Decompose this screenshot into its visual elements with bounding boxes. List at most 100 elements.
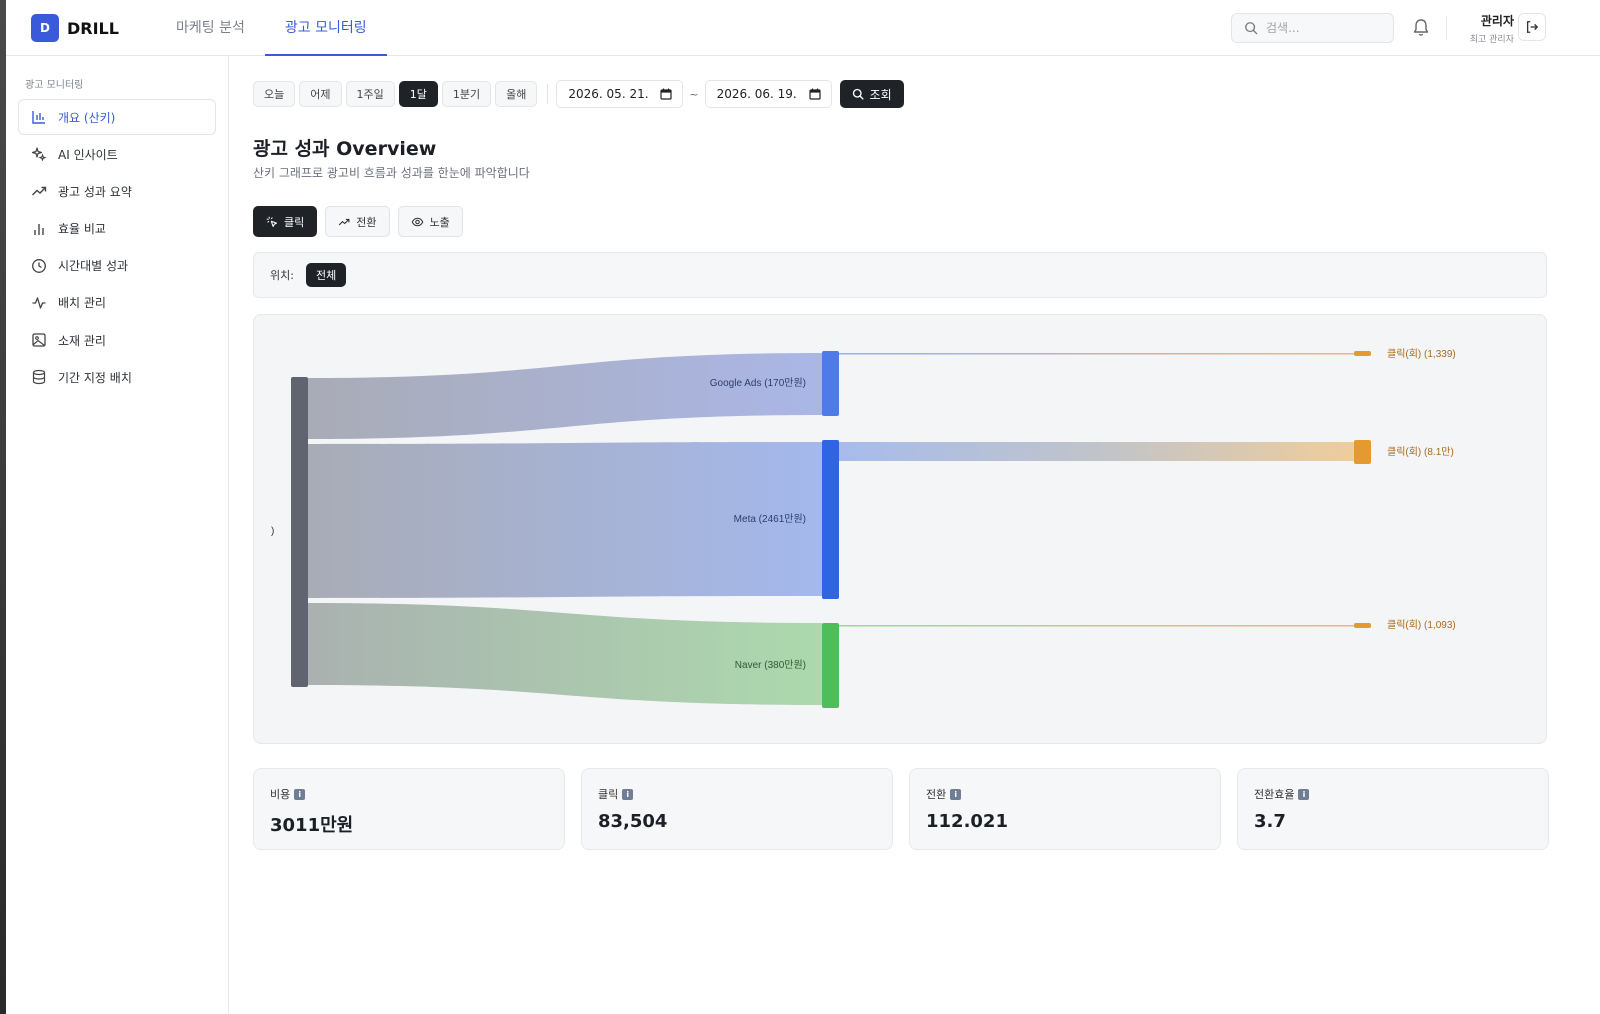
stat-value: 112.021 [926,811,1008,832]
query-button-label: 조회 [869,87,892,102]
calendar-icon [660,88,672,100]
logout-icon [1526,21,1539,33]
sankey-link-naver-click[interactable] [839,625,1354,627]
stat-value: 3.7 [1254,811,1286,832]
logo[interactable]: D DRILL [31,14,119,42]
sidebar-item-label: 개요 (산키) [58,110,116,125]
header-divider [1446,16,1447,40]
sankey-node-click-google[interactable] [1354,351,1371,356]
sidebar-item-efficiency-compare[interactable]: 효율 비교 [18,211,216,247]
sankey-link-google-click[interactable] [839,353,1354,355]
logout-button[interactable] [1518,13,1546,41]
range-1quarter[interactable]: 1분기 [441,81,492,107]
range-today[interactable]: 오늘 [253,81,296,107]
bell-icon[interactable] [1412,18,1430,38]
start-date-input[interactable]: 2026. 05. 21. [556,80,684,108]
sidebar-item-overview-sankey[interactable]: 개요 (산키) [18,99,216,135]
main-content: 오늘 어제 1주일 1달 1분기 올해 2026. 05. 21. ~ 2026… [230,56,1600,1014]
tab-ad-monitoring[interactable]: 광고 모니터링 [264,0,387,56]
search-icon [1245,22,1258,35]
top-header: D DRILL 마케팅 분석 광고 모니터링 관리자 최고 관리자 [6,0,1600,56]
end-date-value: 2026. 06. 19. [716,87,797,101]
calendar-icon [808,88,821,100]
info-icon[interactable]: i [294,788,306,800]
stat-label: 클릭 [598,788,619,801]
tab-marketing-analysis[interactable]: 마케팅 분석 [156,0,265,56]
range-1month[interactable]: 1달 [398,81,438,107]
sankey-node-meta[interactable] [822,440,839,599]
stat-card-conversion-efficiency: 전환효율 i 3.7 [1237,768,1549,850]
stat-label: 전환 [926,788,947,801]
position-all-chip[interactable]: 전체 [305,263,347,287]
end-date-input[interactable]: 2026. 06. 19. [704,80,832,108]
search-input[interactable] [1266,21,1386,35]
sidebar-item-label: 광고 성과 요약 [58,184,132,199]
stat-card-cost: 비용 i 3011만원 [253,768,565,850]
search-icon [852,88,864,100]
filter-divider [547,84,549,104]
app-name: DRILL [67,18,119,38]
page-title: 광고 성과 Overview [253,138,437,160]
info-icon[interactable]: i [622,788,634,800]
range-yesterday[interactable]: 어제 [299,81,342,107]
sidebar-item-label: 소재 관리 [58,333,106,348]
date-filter-bar: 오늘 어제 1주일 1달 1분기 올해 2026. 05. 21. ~ 2026… [253,80,904,108]
app-window: D DRILL 마케팅 분석 광고 모니터링 관리자 최고 관리자 광고 모니터… [6,0,1600,1014]
sidebar: 광고 모니터링 개요 (산키) AI 인사이트 광고 성과 요약 효율 비교 시… [6,56,229,1014]
sidebar-item-label: 효율 비교 [58,222,106,237]
sankey-chart: ) Google Ads (170만원) Meta (2461만원) Naver… [253,314,1547,744]
sankey-node-naver[interactable] [822,623,839,708]
sidebar-item-ad-performance-summary[interactable]: 광고 성과 요약 [18,173,216,209]
sidebar-item-period-batch[interactable]: 기간 지정 배치 [18,359,216,395]
stat-label: 비용 [270,788,291,801]
info-icon[interactable]: i [1298,788,1310,800]
sankey-link-source-naver[interactable] [308,603,822,705]
eye-icon [411,217,423,226]
top-nav: 마케팅 분석 광고 모니터링 [156,0,387,56]
date-range-tilde: ~ [689,87,699,101]
sidebar-menu: 개요 (산키) AI 인사이트 광고 성과 요약 효율 비교 시간대별 성과 배… [18,99,216,397]
page-subtitle: 산키 그래프로 광고비 흐름과 성과를 한눈에 파악합니다 [253,166,530,180]
sankey-node-click-naver[interactable] [1354,623,1371,628]
sidebar-item-hourly-performance[interactable]: 시간대별 성과 [18,248,216,284]
range-1week[interactable]: 1주일 [345,81,395,107]
metric-tab-label: 클릭 [284,215,305,229]
metric-tab-conversion[interactable]: 전환 [325,206,390,237]
metric-tab-label: 노출 [429,215,450,229]
metric-tabs: 클릭 전환 노출 [253,206,471,237]
sankey-label-google-ads: Google Ads (170만원) [710,377,806,389]
stats-row: 비용 i 3011만원 클릭 i 83,504 전환 i 112.021 전환효율 i … [253,768,1549,850]
sidebar-item-label: AI 인사이트 [58,147,118,162]
sankey-label-naver: Naver (380만원) [735,659,806,671]
sankey-node-google-ads[interactable] [822,351,839,416]
user-name: 관리자 [1480,14,1514,28]
logo-mark: D [31,14,59,42]
sidebar-item-label: 기간 지정 배치 [58,370,132,385]
metric-tab-label: 전환 [356,215,377,229]
sankey-link-source-google[interactable] [308,353,822,439]
metric-tab-impression[interactable]: 노출 [397,206,463,237]
sidebar-item-label: 배치 관리 [58,296,106,311]
sidebar-item-creative-management[interactable]: 소재 관리 [18,322,216,358]
sankey-node-source[interactable] [291,377,308,687]
activity-icon [32,297,46,309]
query-button[interactable]: 조회 [839,80,904,108]
sankey-label-meta: Meta (2461만원) [734,513,806,525]
image-icon [32,333,46,347]
clock-icon [32,258,46,273]
range-this-year[interactable]: 올해 [495,81,538,107]
trending-up-icon [32,187,47,196]
bar-chart-icon [32,111,45,124]
info-icon[interactable]: i [950,788,962,800]
bar-compare-icon [34,223,44,235]
sankey-node-click-meta[interactable] [1354,440,1371,464]
metric-tab-click[interactable]: 클릭 [253,206,318,237]
stat-label: 전환효율 [1254,788,1295,801]
sankey-link-meta-click[interactable] [839,442,1354,461]
position-filter-bar: 위치: 전체 [253,252,1547,298]
click-icon [266,216,278,227]
sidebar-item-batch-management[interactable]: 배치 관리 [18,285,216,321]
sidebar-item-label: 시간대별 성과 [58,259,129,274]
search-box[interactable] [1231,13,1394,43]
sidebar-item-ai-insight[interactable]: AI 인사이트 [18,136,216,172]
